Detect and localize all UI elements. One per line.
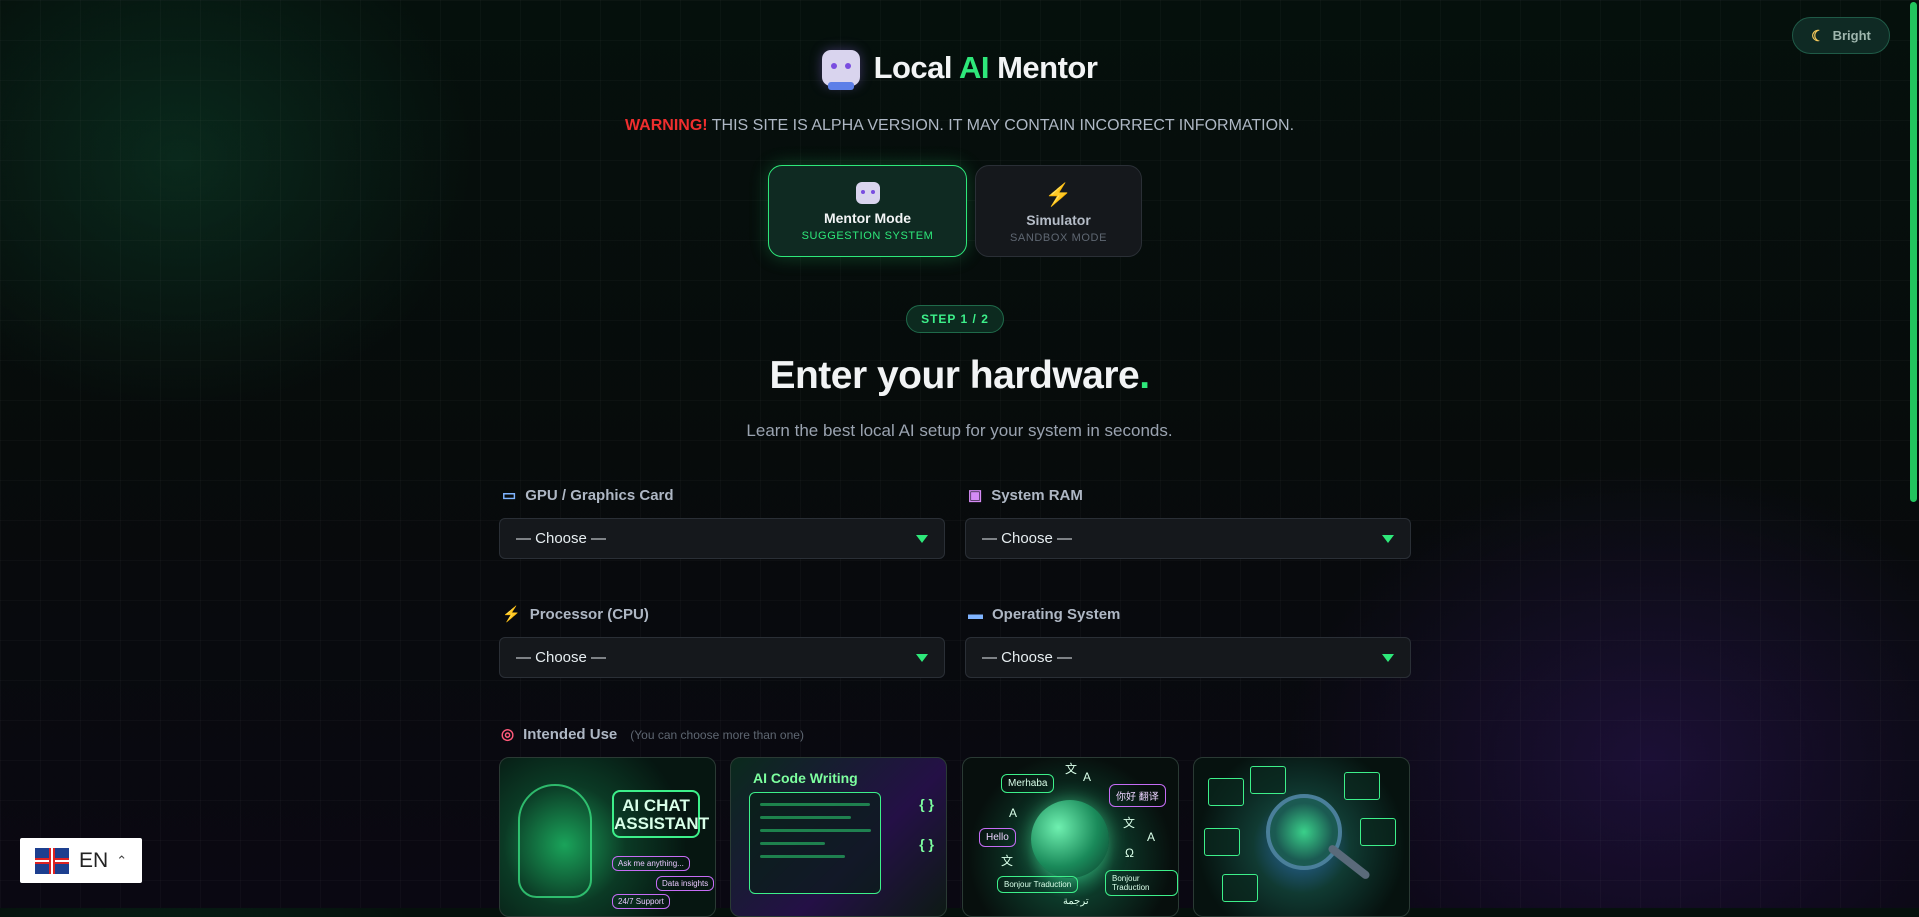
simulator-mode-button[interactable]: ⚡ Simulator SANDBOX MODE xyxy=(975,165,1142,257)
chart-panel-illustration xyxy=(1250,766,1286,794)
robot-head-illustration xyxy=(518,784,592,898)
chart-panel-illustration xyxy=(1204,828,1240,856)
code-brace: { } xyxy=(919,836,934,852)
logo[interactable]: Local AI Mentor xyxy=(821,50,1098,90)
brand-prefix: Local xyxy=(873,50,959,85)
use-card-ai-code-writing[interactable]: AI Code Writing { } { } xyxy=(730,757,947,917)
chart-panel-illustration xyxy=(1344,772,1380,800)
glyph: A xyxy=(1083,770,1092,784)
os-select[interactable]: — Choose — xyxy=(965,637,1411,678)
magnifier-icon xyxy=(1266,794,1342,870)
ram-label-text: System RAM xyxy=(991,487,1083,504)
chevron-down-icon xyxy=(1382,654,1394,662)
speech-bubble: 你好 翻译 xyxy=(1109,784,1166,807)
code-brace: { } xyxy=(919,796,934,812)
mode-subtitle: SANDBOX MODE xyxy=(1009,232,1108,244)
ai-chat-line2: ASSISTANT xyxy=(614,814,710,833)
glyph: 文 xyxy=(1123,816,1136,830)
brand-suffix: Mentor xyxy=(989,50,1098,85)
glyph: A xyxy=(1009,806,1018,820)
ram-select-value: — Choose — xyxy=(982,530,1073,547)
speech-bubble: Hello xyxy=(979,828,1016,847)
moon-icon: ☾ xyxy=(1811,27,1825,45)
robot-icon xyxy=(821,50,860,90)
chat-pill: Data insights xyxy=(656,876,715,891)
use-card-ai-chat[interactable]: AI CHAT ASSISTANT Ask me anything... Data… xyxy=(499,757,716,917)
globe-illustration xyxy=(1031,800,1109,878)
ram-select[interactable]: — Choose — xyxy=(965,518,1411,559)
chevron-up-icon: ⌃ xyxy=(116,852,128,868)
mentor-mode-button[interactable]: Mentor Mode SUGGESTION SYSTEM xyxy=(768,165,967,257)
page-subtitle: Learn the best local AI setup for your s… xyxy=(746,421,1173,440)
os-label: ▬ Operating System xyxy=(968,606,1120,623)
page-title-text: Enter your hardware xyxy=(769,354,1140,397)
speech-bubble: Bonjour Traduction xyxy=(997,876,1079,893)
intended-use-label: ◎ Intended Use (You can choose more than… xyxy=(501,726,804,743)
glyph: 文 xyxy=(1065,762,1078,776)
use-card-data-analysis[interactable] xyxy=(1193,757,1410,917)
magnifier-handle xyxy=(1326,843,1372,881)
ai-chat-title: AI CHAT ASSISTANT xyxy=(612,790,709,838)
os-select-value: — Choose — xyxy=(982,649,1073,666)
warning-label: WARNING! xyxy=(624,117,708,134)
theme-toggle-label: Bright xyxy=(1832,28,1871,43)
chat-pill: 24/7 Support xyxy=(612,894,670,909)
language-selector[interactable]: EN ⌃ xyxy=(20,838,142,883)
chevron-down-icon xyxy=(916,535,928,543)
lightning-icon: ⚡ xyxy=(502,606,521,623)
chevron-down-icon xyxy=(1382,535,1394,543)
floppy-disk-icon: ▣ xyxy=(968,487,983,504)
chart-panel-illustration xyxy=(1208,778,1244,806)
page-title: Enter your hardware. xyxy=(0,354,1919,398)
glyph: ترجمة xyxy=(1063,896,1089,907)
glyph: 文 xyxy=(1001,854,1014,868)
gpu-select-value: — Choose — xyxy=(516,530,607,547)
ram-label: ▣ System RAM xyxy=(968,487,1083,504)
theme-toggle-button[interactable]: ☾ Bright xyxy=(1792,17,1890,54)
intended-use-hint: (You can choose more than one) xyxy=(630,727,804,742)
gpu-label: ▭ GPU / Graphics Card xyxy=(502,487,674,504)
use-card-translation[interactable]: Merhaba 你好 翻译 Hello Bonjour Traduction B… xyxy=(962,757,1179,917)
brand-title: Local AI Mentor xyxy=(874,50,1098,86)
os-label-text: Operating System xyxy=(992,606,1121,623)
monitor-icon: ▭ xyxy=(502,487,517,504)
code-writing-title: AI Code Writing xyxy=(753,770,858,786)
robot-icon xyxy=(855,182,880,204)
step-badge: STEP 1 / 2 xyxy=(906,305,1004,333)
chevron-down-icon xyxy=(916,654,928,662)
lightning-icon: ⚡ xyxy=(1044,182,1073,207)
intended-use-text: Intended Use xyxy=(523,726,618,743)
brand-highlight: AI xyxy=(959,50,990,85)
cpu-select[interactable]: — Choose — xyxy=(499,637,945,678)
page-title-dot: . xyxy=(1139,354,1150,397)
code-window-illustration xyxy=(749,792,881,894)
cpu-select-value: — Choose — xyxy=(516,649,607,666)
uk-flag-icon xyxy=(35,847,69,874)
speech-bubble: Bonjour Traduction xyxy=(1105,870,1178,896)
chart-panel-illustration xyxy=(1360,818,1396,846)
alpha-warning: WARNING! THIS SITE IS ALPHA VERSION. IT … xyxy=(0,117,1919,135)
chat-pill: Ask me anything... xyxy=(612,856,690,871)
cpu-label-text: Processor (CPU) xyxy=(529,606,649,623)
chart-panel-illustration xyxy=(1222,874,1258,902)
mode-subtitle: SUGGESTION SYSTEM xyxy=(801,230,934,242)
target-icon: ◎ xyxy=(501,726,515,743)
mode-title: Simulator xyxy=(1026,212,1091,228)
gpu-select[interactable]: — Choose — xyxy=(499,518,945,559)
mode-title: Mentor Mode xyxy=(823,210,912,226)
glyph: Ω xyxy=(1125,846,1134,860)
site-header: Local AI Mentor xyxy=(0,50,1919,91)
language-code: EN xyxy=(79,848,109,872)
gpu-label-text: GPU / Graphics Card xyxy=(525,487,674,504)
background-grid xyxy=(0,0,1919,908)
warning-text: THIS SITE IS ALPHA VERSION. IT MAY CONTA… xyxy=(707,117,1295,134)
cpu-label: ⚡ Processor (CPU) xyxy=(502,606,649,623)
laptop-icon: ▬ xyxy=(968,606,983,623)
glyph: A xyxy=(1147,830,1156,844)
speech-bubble: Merhaba xyxy=(1001,774,1055,793)
ai-chat-line1: AI CHAT xyxy=(622,796,690,815)
